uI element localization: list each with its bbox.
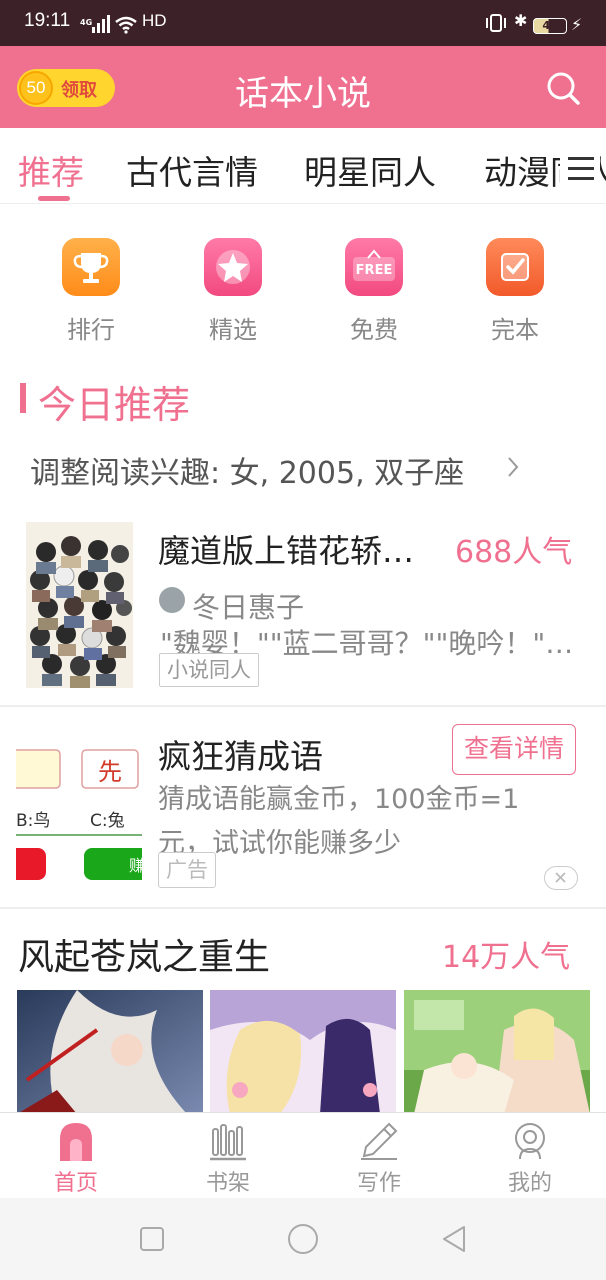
featured-image-2[interactable] [210, 990, 396, 1114]
section-accent-bar [20, 383, 26, 413]
tab-recommend[interactable]: 推荐 [18, 146, 84, 194]
pencil-icon [361, 1122, 398, 1160]
view-details-button[interactable]: 查看详情 [452, 724, 576, 775]
hd-indicator: HD [142, 11, 167, 30]
nav-home-label: 首页 [53, 1171, 98, 1196]
quick-free-label: 免费 [350, 316, 398, 344]
quick-featured[interactable]: 精选 [193, 238, 273, 345]
battery-icon: 46 [533, 18, 567, 34]
free-icon: FREE [345, 238, 403, 296]
featured-image-3[interactable] [404, 990, 590, 1114]
nav-write-label: 写作 [356, 1171, 401, 1196]
author-avatar [159, 587, 185, 613]
nav-write[interactable]: 写作 [329, 1121, 429, 1197]
book-title[interactable]: 魔道版上错花轿… [158, 526, 414, 572]
status-bar: 19:11 4G HD ✱ 46 ⚡ [0, 0, 606, 46]
book-tag: 小说同人 [159, 653, 259, 687]
star-icon [204, 238, 262, 296]
section-title: 今日推荐 [38, 383, 191, 427]
ad-image-button-char: 赚 [129, 856, 142, 875]
close-icon[interactable] [544, 866, 578, 890]
quick-ranking-label: 排行 [67, 316, 115, 344]
quick-free[interactable]: FREE 免费 [334, 238, 414, 345]
tab-celebrity-fanfic[interactable]: 明星同人 [304, 146, 436, 194]
charging-icon: ⚡ [571, 15, 583, 34]
quick-featured-label: 精选 [209, 316, 257, 344]
app-title: 话本小说 [235, 74, 371, 114]
divider [0, 705, 606, 707]
wifi-icon [115, 16, 137, 34]
ad-tag: 广告 [158, 852, 216, 888]
divider [0, 907, 606, 909]
status-time: 19:11 [24, 10, 71, 31]
tab-indicator [38, 196, 70, 201]
tab-ancient-romance[interactable]: 古代言情 [126, 146, 258, 194]
network-type: 4G [80, 18, 93, 27]
ad-image-option-c: C:兔 [90, 811, 125, 831]
recents-icon[interactable] [139, 1226, 165, 1252]
back-icon[interactable] [440, 1224, 468, 1254]
system-navigation-bar [0, 1198, 606, 1280]
ad-description: 猜成语能赢金币，100金币=1元，试试你能赚多少 [158, 784, 520, 859]
vibrate-icon [486, 14, 506, 32]
quick-ranking[interactable]: 排行 [51, 238, 131, 345]
quick-completed[interactable]: 完本 [475, 238, 555, 345]
bookshelf-icon [210, 1124, 246, 1161]
tab-menu-icon[interactable] [560, 148, 600, 188]
nav-bookshelf[interactable]: 书架 [178, 1121, 278, 1197]
search-icon[interactable] [545, 70, 581, 106]
book-cover-image[interactable] [26, 522, 133, 688]
featured-image-1[interactable] [17, 990, 203, 1114]
book-popularity: 688人气 [455, 535, 573, 570]
quick-completed-label: 完本 [491, 316, 539, 344]
home-icon [60, 1123, 92, 1161]
nav-bookshelf-label: 书架 [205, 1171, 250, 1196]
bottom-nav: 首页 书架 写作 我的 [0, 1112, 606, 1198]
app-header: 50 领取 话本小说 [0, 46, 606, 128]
category-tabs: 推荐 古代言情 明星同人 动漫同人 [0, 128, 606, 204]
nav-home[interactable]: 首页 [26, 1121, 126, 1197]
ad-image[interactable]: 先 B:鸟 C:兔 赚 [16, 742, 142, 890]
nav-profile[interactable]: 我的 [480, 1121, 580, 1197]
quick-entries: 排行 精选 FREE 免费 完本 [0, 210, 606, 350]
signal-icon [92, 15, 110, 33]
trophy-icon [62, 238, 120, 296]
svg-text:FREE: FREE [356, 263, 393, 278]
chevron-right-icon [508, 457, 519, 477]
ad-title[interactable]: 疯狂猜成语 [158, 730, 323, 778]
profile-icon [515, 1123, 545, 1160]
bluetooth-icon: ✱ [514, 11, 528, 30]
ad-image-box-char: 先 [98, 758, 122, 786]
home-circle-icon[interactable] [286, 1222, 320, 1256]
book-author: 冬日惠子 [192, 591, 305, 624]
check-icon [486, 238, 544, 296]
featured-popularity: 14万人气 [442, 940, 571, 975]
interest-settings-link[interactable]: 调整阅读兴趣: 女, 2005, 双子座 [30, 448, 464, 492]
nav-profile-label: 我的 [507, 1171, 552, 1196]
ad-image-option-b: B:鸟 [16, 811, 50, 831]
featured-title[interactable]: 风起苍岚之重生 [18, 928, 270, 980]
